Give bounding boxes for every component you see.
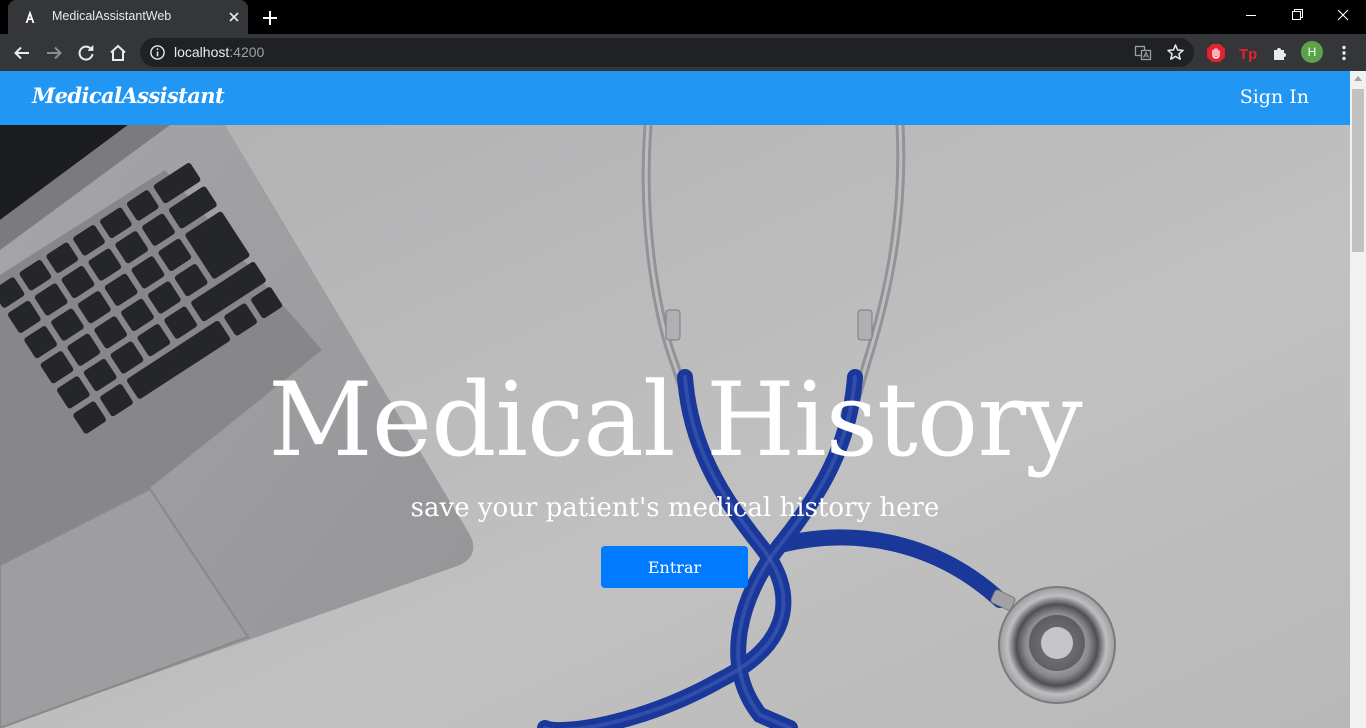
bookmark-star-icon[interactable] [1166,43,1185,62]
profile-avatar[interactable]: H [1301,41,1323,63]
url-host: localhost [174,44,230,60]
hero-subtitle: save your patient's medical history here [410,493,940,523]
hero-title: Medical History [268,361,1082,480]
url-text: localhost:4200 [174,44,264,60]
browser-tab-strip: MedicalAssistantWeb [0,0,1366,34]
site-info-icon[interactable] [149,44,166,61]
minimize-button[interactable] [1228,0,1274,32]
tab-title: MedicalAssistantWeb [52,9,172,23]
url-port: :4200 [229,44,265,60]
address-bar[interactable]: localhost:4200 [140,38,1194,67]
hero-section: Medical History save your patient's medi… [0,125,1350,728]
svg-text:Tp: Tp [1239,46,1257,63]
back-arrow-icon[interactable] [11,42,33,64]
close-tab-icon[interactable] [226,9,242,25]
page-scrollbar[interactable] [1350,71,1366,728]
top-navbar: MedicalAssistant Sign In [0,71,1350,125]
scrollbar-thumb[interactable] [1352,89,1364,252]
restore-button[interactable] [1274,0,1320,32]
extensions-puzzle-icon[interactable] [1269,42,1291,64]
adblock-extension-icon[interactable] [1205,42,1227,64]
forward-arrow-icon[interactable] [43,42,65,64]
angular-favicon-icon [25,10,35,23]
page-viewport: MedicalAssistant Sign In Medical History… [0,71,1350,728]
sign-in-link[interactable]: Sign In [1240,86,1309,108]
close-icon [1337,9,1349,21]
scroll-up-arrow-icon[interactable] [1354,76,1362,81]
reload-icon[interactable] [75,42,97,64]
minimize-icon [1246,15,1256,16]
home-icon[interactable] [107,42,129,64]
translate-icon[interactable] [1134,44,1152,62]
browser-tab[interactable]: MedicalAssistantWeb [8,0,248,34]
close-window-button[interactable] [1320,0,1366,32]
restore-icon [1292,9,1303,20]
enter-button[interactable]: Entrar [601,546,748,588]
browser-toolbar: localhost:4200 Tp H [0,34,1366,71]
new-tab-icon[interactable] [260,8,280,28]
brand-logo[interactable]: MedicalAssistant [32,83,225,108]
more-menu-icon[interactable] [1333,42,1355,64]
tp-extension-icon[interactable]: Tp [1237,42,1259,64]
